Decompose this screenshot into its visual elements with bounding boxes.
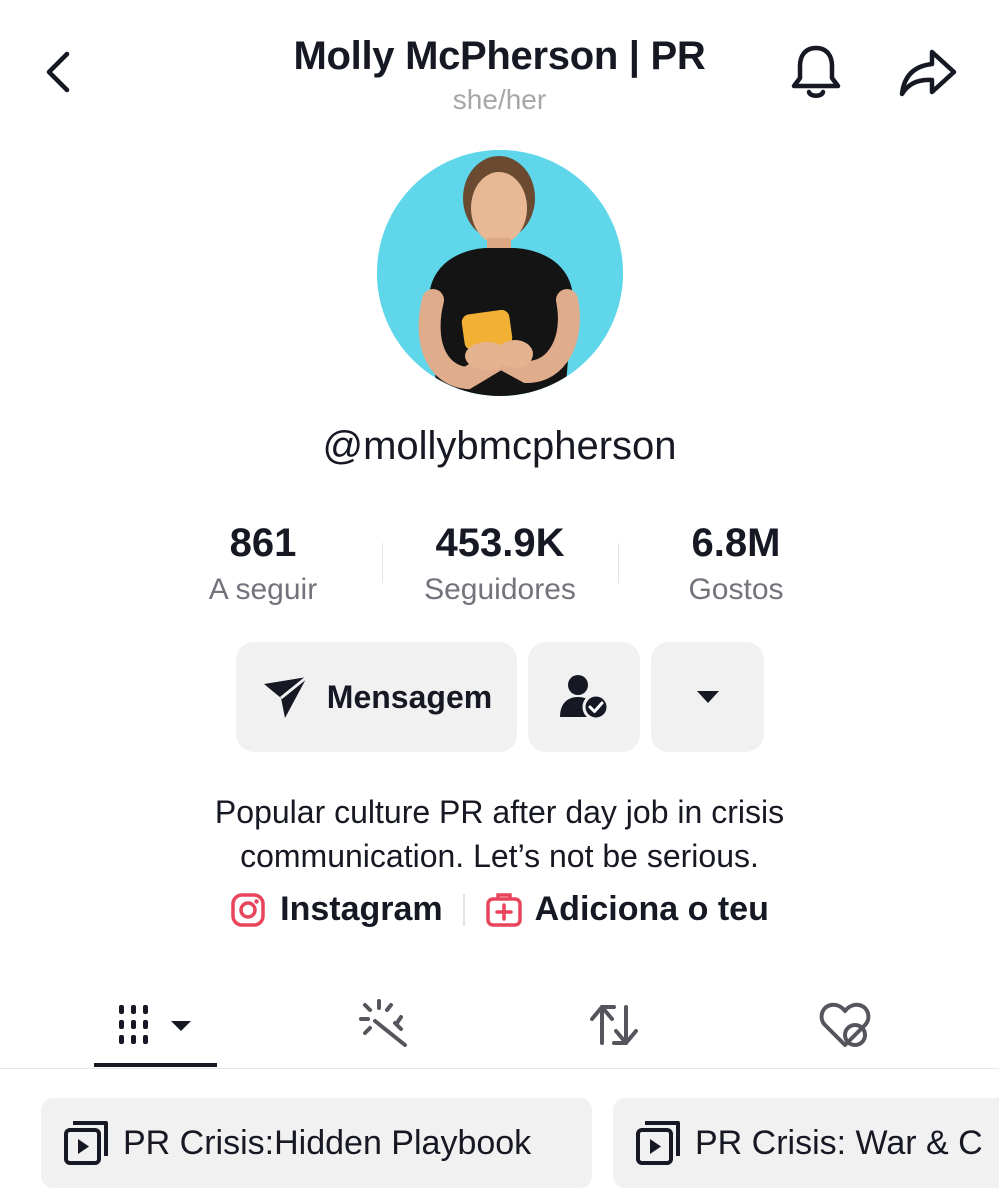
tabs-divider [0, 1068, 999, 1069]
profile-title: Molly McPherson | PR [293, 34, 706, 78]
stat-likes[interactable]: 6.8M Gostos [616, 520, 856, 612]
playlist-card[interactable]: PR Crisis:Hidden Playbook [41, 1098, 592, 1188]
bio-line-1: Popular culture PR after day job in cris… [214, 794, 785, 830]
instagram-link-label: Instagram [280, 890, 443, 928]
add-link-icon [485, 892, 522, 927]
share-arrow-icon [899, 49, 957, 97]
send-icon [263, 675, 308, 718]
stat-followers-label: Seguidores [424, 573, 576, 606]
playlist-title: PR Crisis: War & C [695, 1123, 983, 1162]
playlist-icon [64, 1121, 108, 1165]
stat-following-label: A seguir [208, 573, 318, 606]
add-link-button[interactable]: Adiciona o teu [485, 890, 769, 929]
bio: Popular culture PR after day job in cris… [0, 790, 999, 878]
message-button-label: Mensagem [326, 678, 493, 715]
heart-hidden-icon [819, 1002, 871, 1047]
stat-following-value: 861 [229, 521, 297, 565]
instagram-icon [231, 892, 265, 927]
playlist-title: PR Crisis:Hidden Playbook [123, 1123, 532, 1162]
magic-wand-icon [359, 999, 407, 1047]
add-link-label: Adiciona o teu [534, 890, 769, 928]
stat-following[interactable]: 861 A seguir [143, 520, 383, 612]
profile-links: Instagram Adiciona o teu [0, 890, 999, 929]
playlist-icon [636, 1121, 680, 1165]
notifications-button[interactable] [784, 40, 848, 104]
bell-icon [791, 45, 841, 98]
stat-likes-label: Gostos [688, 573, 784, 606]
tab-reposts[interactable] [494, 985, 734, 1065]
share-button[interactable] [892, 40, 964, 104]
tab-effects[interactable] [265, 985, 505, 1065]
stat-followers[interactable]: 453.9K Seguidores [380, 520, 620, 612]
username-handle: @mollybmcpherson [322, 424, 677, 468]
message-button[interactable]: Mensagem [236, 642, 517, 752]
playlist-card[interactable]: PR Crisis: War & C [613, 1098, 999, 1188]
pronouns: she/her [452, 84, 547, 115]
profile-photo [377, 150, 623, 396]
user-check-icon [560, 675, 610, 721]
avatar[interactable] [377, 150, 623, 396]
stat-likes-value: 6.8M [691, 521, 781, 565]
bio-line-2: communication. Let’s not be serious. [240, 838, 759, 874]
tab-videos[interactable] [35, 985, 275, 1065]
tab-liked[interactable] [725, 985, 965, 1065]
grid-icon [119, 1005, 191, 1044]
link-divider [462, 893, 465, 926]
friend-status-button[interactable] [528, 642, 640, 752]
active-tab-indicator [94, 1063, 217, 1067]
stat-followers-value: 453.9K [435, 521, 565, 565]
caret-down-icon [696, 691, 719, 703]
more-options-button[interactable] [651, 642, 764, 752]
instagram-link[interactable]: Instagram [230, 890, 443, 929]
repost-icon [590, 1005, 638, 1045]
